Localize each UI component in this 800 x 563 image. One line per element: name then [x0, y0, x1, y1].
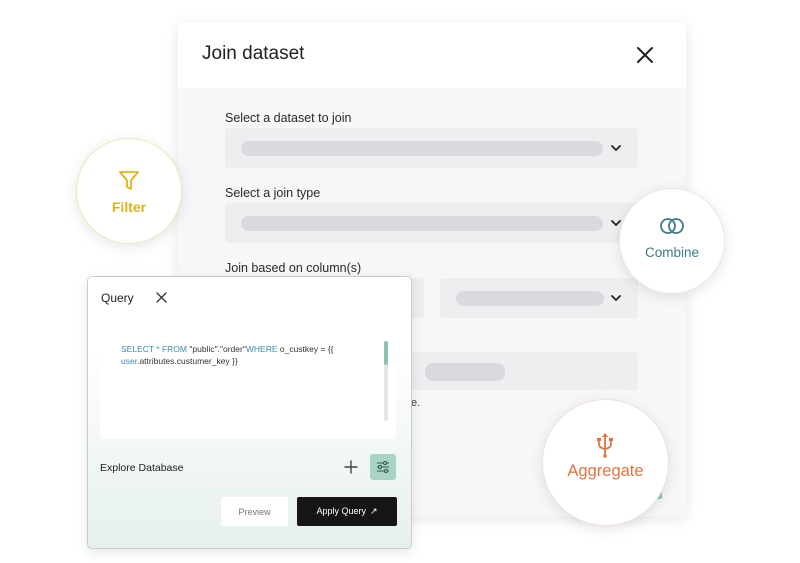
- sql-keyword: * FROM: [156, 344, 187, 354]
- funnel-icon: [119, 171, 139, 190]
- editor-scrollbar[interactable]: [384, 341, 388, 421]
- select-placeholder-bar: [241, 216, 603, 231]
- right-column-select[interactable]: [440, 278, 638, 318]
- combine-label: Combine: [644, 245, 700, 260]
- select-placeholder-bar: [241, 141, 603, 156]
- plus-icon[interactable]: [344, 460, 358, 474]
- sql-variable: user: [121, 356, 138, 366]
- query-title: Query: [101, 291, 134, 305]
- sql-attribute-path: .attributes.custumer_key }}: [137, 356, 238, 366]
- aggregate-bubble[interactable]: Aggregate: [542, 399, 669, 526]
- sql-condition: o_custkey = {{: [279, 344, 334, 354]
- close-icon[interactable]: [156, 292, 167, 303]
- chevron-down-icon: [611, 295, 621, 301]
- preview-button[interactable]: Preview: [221, 497, 288, 526]
- overlapping-circles-icon: [660, 218, 684, 234]
- dataset-select[interactable]: [225, 128, 638, 168]
- modal-header: Join dataset: [178, 22, 686, 88]
- editor-scrollbar-thumb[interactable]: [384, 341, 388, 365]
- sql-keyword: SELECT: [121, 344, 154, 354]
- filter-label: Filter: [111, 199, 147, 215]
- explore-database-label: Explore Database: [100, 462, 184, 474]
- arrow-up-right-icon: ↗: [369, 506, 378, 516]
- hint-text: e.: [411, 397, 421, 409]
- sql-table: "public"."order": [189, 344, 246, 354]
- apply-query-button[interactable]: Apply Query ↗: [297, 497, 397, 526]
- close-icon[interactable]: [635, 45, 655, 65]
- sliders-icon: [377, 460, 389, 474]
- join-type-field-label: Select a join type: [225, 186, 321, 200]
- sql-keyword: WHERE: [245, 344, 278, 354]
- filter-settings-button[interactable]: [370, 454, 396, 480]
- combine-bubble[interactable]: Combine: [619, 188, 725, 294]
- select-placeholder-bar: [456, 291, 604, 306]
- join-type-select[interactable]: [225, 203, 638, 243]
- aggregate-label: Aggregate: [567, 462, 644, 480]
- dataset-field-label: Select a dataset to join: [225, 111, 352, 125]
- join-columns-field-label: Join based on column(s): [225, 261, 362, 275]
- query-panel: Query SELECT * FROM "public"."order"WHER…: [87, 276, 412, 549]
- select-placeholder-bar: [425, 363, 505, 381]
- modal-title: Join dataset: [202, 43, 305, 64]
- sql-code: SELECT * FROM "public"."order"WHERE o_cu…: [121, 343, 366, 367]
- apply-query-label: Apply Query: [316, 506, 366, 516]
- trident-icon: [597, 433, 613, 458]
- sql-editor[interactable]: SELECT * FROM "public"."order"WHERE o_cu…: [100, 321, 396, 439]
- filter-bubble[interactable]: Filter: [76, 138, 182, 244]
- chevron-down-icon: [611, 145, 621, 151]
